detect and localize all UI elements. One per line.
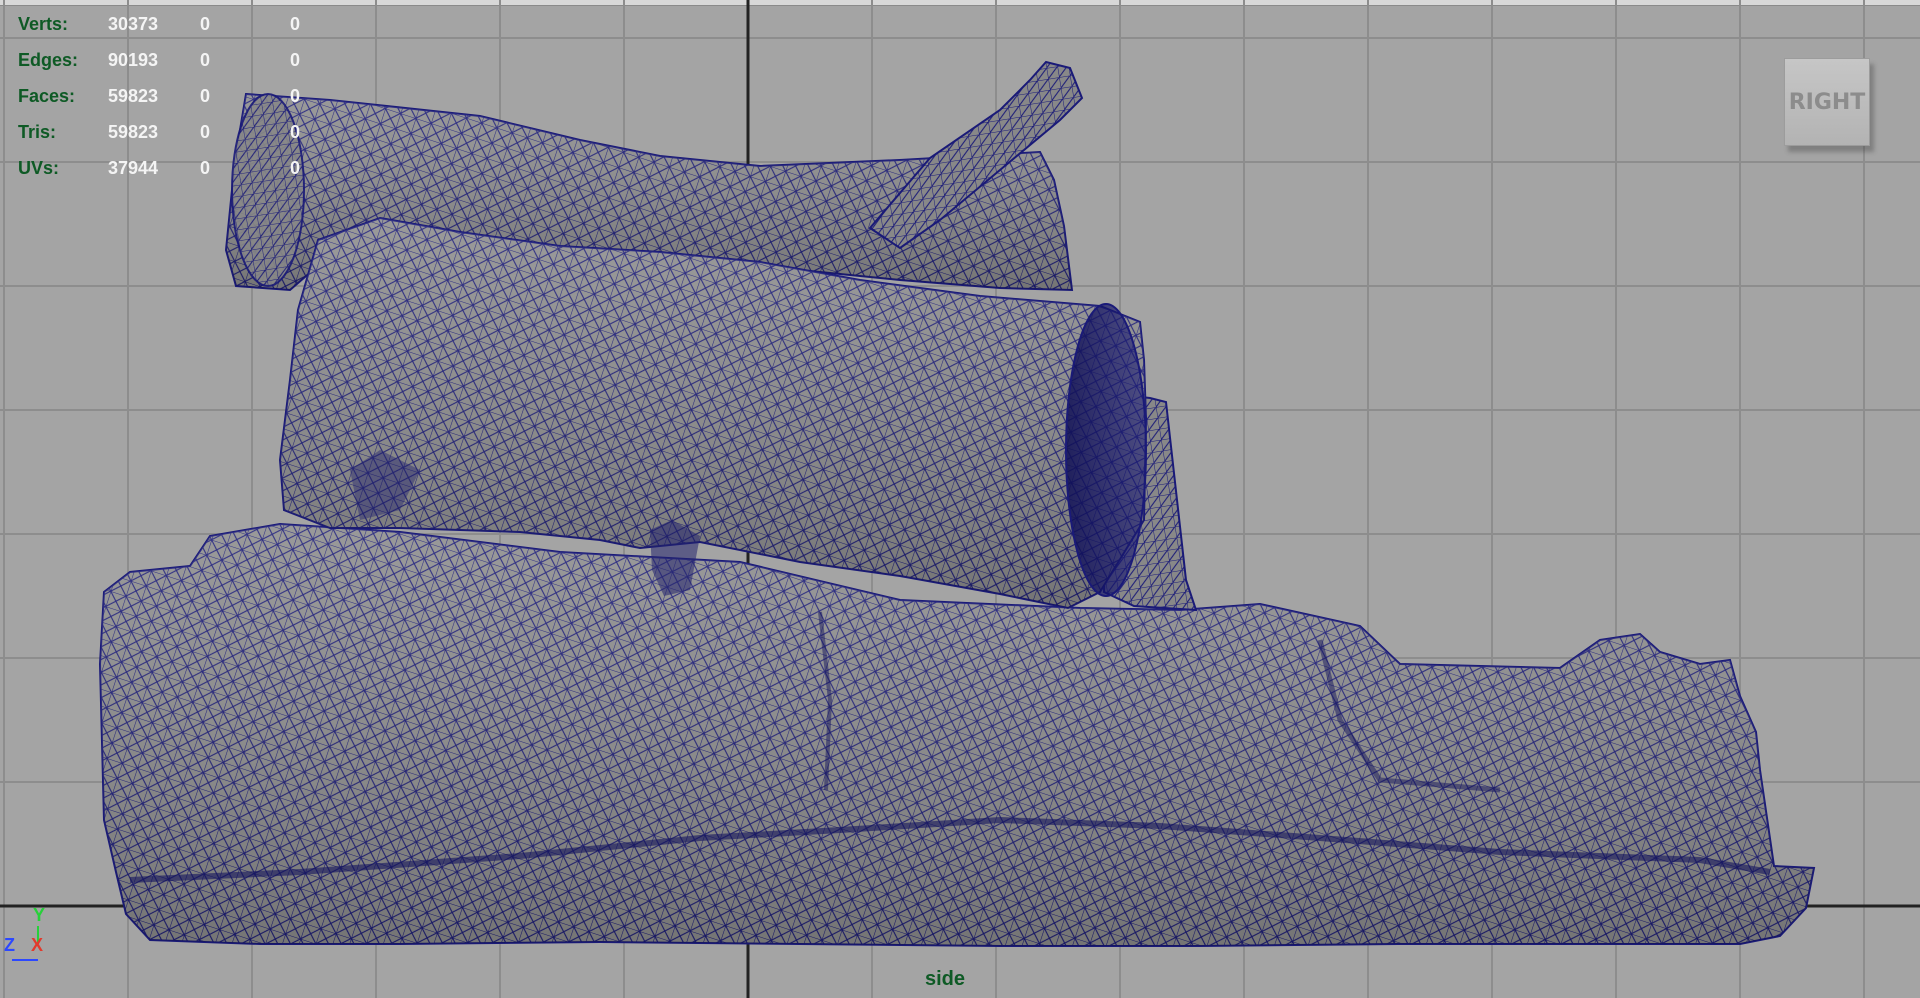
hud-value: 0 — [200, 158, 211, 178]
hud-value: 0 — [290, 50, 301, 70]
axis-x-label: X — [31, 935, 44, 955]
hud-label: Tris: — [18, 122, 57, 142]
hud-row-verts: Verts: 30373 0 0 — [18, 6, 318, 42]
hud-value: 0 — [290, 86, 301, 106]
hud-value: 0 — [290, 14, 301, 34]
hud-row-uvs: UVs: 37944 0 0 — [18, 150, 318, 186]
hud-label: Faces: — [18, 86, 76, 106]
log-middle-endcap — [1065, 303, 1147, 597]
hud-value: 0 — [200, 50, 211, 70]
hud-poly-count: Verts: 30373 0 0 Edges: 90193 0 0 Faces:… — [18, 6, 318, 186]
hud-value: 59823 — [108, 122, 159, 142]
hud-label: Edges: — [18, 50, 79, 70]
view-cube-right[interactable]: RIGHT — [1784, 58, 1870, 146]
hud-value: 30373 — [108, 14, 159, 34]
hud-row-edges: Edges: 90193 0 0 — [18, 42, 318, 78]
hud-value: 37944 — [108, 158, 159, 178]
view-cube-label: RIGHT — [1788, 89, 1866, 115]
axis-z-label: Z — [4, 935, 15, 955]
hud-label: UVs: — [18, 158, 60, 178]
hud-value: 0 — [290, 122, 301, 142]
hud-value: 0 — [200, 86, 211, 106]
camera-name-label: side — [924, 968, 966, 990]
modeling-viewport-side[interactable]: Verts: 30373 0 0 Edges: 90193 0 0 Faces:… — [0, 0, 1920, 998]
hud-value: 0 — [200, 122, 211, 142]
hud-value: 59823 — [108, 86, 159, 106]
hud-row-tris: Tris: 59823 0 0 — [18, 114, 318, 150]
hud-row-faces: Faces: 59823 0 0 — [18, 78, 318, 114]
hud-value: 90193 — [108, 50, 159, 70]
hud-label: Verts: — [18, 14, 69, 34]
hud-value: 0 — [200, 14, 211, 34]
axis-y-label: Y — [33, 905, 46, 925]
axis-z-line — [12, 959, 38, 961]
hud-value: 0 — [290, 158, 301, 178]
